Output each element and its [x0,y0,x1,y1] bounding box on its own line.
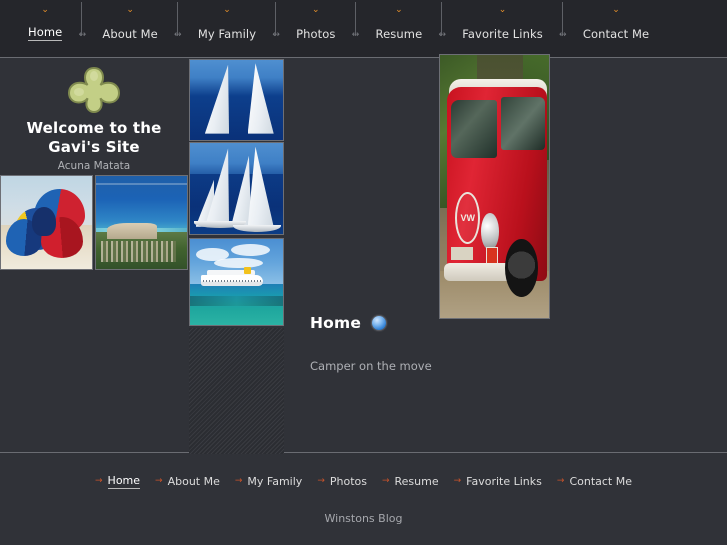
nav-item-my-family[interactable]: ⌄ My Family [188,0,266,57]
nav-separator: ↔ [346,0,366,57]
footer-navigation-list: → Home → About Me → My Family → Photos → Resume → F… [0,474,727,489]
vw-emblem-text: VW [460,213,476,224]
chevron-down-icon: ⌄ [223,5,231,15]
arrow-right-small-icon: → [155,476,163,486]
nav-item-contact-me[interactable]: ⌄ Contact Me [573,0,659,57]
arrow-right-small-icon: → [317,476,325,486]
footer-nav-item-label: Contact Me [569,475,632,488]
footer-nav-item-label: About Me [167,475,220,488]
cloud-shape [214,257,263,269]
page-root: ⌄ Home ↔ ⌄ About Me ↔ ⌄ My Family ↔ ⌄ Photos ↔ ⌄ Resu… [0,0,727,545]
chevron-down-icon: ⌄ [126,5,134,15]
footer-nav-item-my-family[interactable]: → My Family [235,475,302,488]
chevron-down-icon: ⌄ [498,5,507,15]
coast-cliff [106,222,157,240]
main-body-text: Camper on the move [310,359,432,373]
sidebar-thumbnail-row [0,175,188,270]
coast-town [101,241,177,262]
nav-item-label: My Family [197,27,257,41]
top-navigation-list: ⌄ Home ↔ ⌄ About Me ↔ ⌄ My Family ↔ ⌄ Photos ↔ ⌄ Resu… [18,0,659,57]
top-navigation-bar: ⌄ Home ↔ ⌄ About Me ↔ ⌄ My Family ↔ ⌄ Photos ↔ ⌄ Resu… [0,0,727,58]
footer-nav-item-label: Resume [394,475,439,488]
main-heading-row: Home [310,314,710,332]
arrow-right-small-icon: → [95,476,103,486]
footer-nav-item-label: My Family [247,475,303,488]
ship-funnel [243,267,252,275]
nav-separator: ↔ [72,0,92,57]
page-title: Home [310,314,362,332]
blue-bullet-icon[interactable] [372,316,387,330]
horizontal-resize-arrow-icon: ↔ [351,30,360,40]
arrow-right-small-icon: → [381,476,390,486]
site-title-line-1: Welcome to the [26,119,162,137]
footer-nav-item-favorite-links[interactable]: → Favorite Links [454,475,542,488]
beach-umbrellas-photo[interactable] [0,175,93,270]
arrow-right-small-icon: → [556,476,565,486]
site-brand: Welcome to the Gavi's Site Acuna Matata [0,59,188,173]
horizontal-resize-arrow-icon: ↔ [174,30,182,40]
nav-item-label: Home [28,25,63,41]
chevron-down-icon: ⌄ [395,5,403,15]
trefoil-clover-icon [67,66,121,114]
content-frame: Welcome to the Gavi's Site Acuna Matata [0,54,727,454]
nav-item-label: Contact Me [582,27,650,41]
chevron-down-icon: ⌄ [612,5,620,15]
van-licence-plate [450,247,473,261]
nav-separator: ↔ [432,0,452,57]
main-article: Home Camper on the move [310,314,710,374]
nav-item-label: Favorite Links [462,27,543,41]
red-camper-van-photo[interactable]: VW [439,54,550,319]
cruise-ship-photo[interactable] [189,238,284,326]
nav-item-about-me[interactable]: ⌄ About Me [92,0,167,57]
cruise-reef [190,295,283,307]
van-wheel [505,239,539,297]
footer-nav-item-resume[interactable]: → Resume [382,475,439,488]
footer-nav-item-about-me[interactable]: → About Me [155,475,220,488]
sailboat-photo-top[interactable] [189,59,284,141]
footer: → Home → About Me → My Family → Photos → Resume → F… [0,454,727,545]
footer-nav-item-photos[interactable]: → Photos [317,475,367,488]
van-headlight [481,212,499,250]
horizontal-resize-arrow-icon: ↔ [559,30,567,40]
van-windshield [450,99,497,158]
main-panel: VW Home Camper on the move [285,54,727,453]
vw-emblem-icon: VW [455,191,481,245]
horizontal-resize-arrow-icon: ↔ [438,30,447,40]
horizontal-resize-arrow-icon: ↔ [78,30,87,40]
site-tagline: Acuna Matata [57,160,131,172]
arrow-right-small-icon: → [234,476,243,486]
footer-note: Winstons Blog [324,512,403,525]
chevron-down-icon: ⌄ [312,5,320,15]
chevron-down-icon: ⌄ [41,5,49,15]
site-title: Welcome to the Gavi's Site [0,119,188,157]
horizontal-resize-arrow-icon: ↔ [272,30,280,40]
sailboat-photo-bottom[interactable] [189,142,284,235]
sidebar: Welcome to the Gavi's Site Acuna Matata [0,59,188,453]
site-title-line-2: Gavi's Site [48,138,140,156]
nav-item-label: Photos [296,27,336,41]
footer-nav-item-contact-me[interactable]: → Contact Me [557,475,632,488]
diagonal-stripe-texture [189,328,284,454]
umbrella-shape [31,206,56,237]
nav-item-label: About Me [102,27,158,41]
nav-separator: ↔ [168,0,188,57]
nav-separator: ↔ [553,0,573,57]
nav-separator: ↔ [266,0,286,57]
coastal-aerial-photo[interactable] [95,175,188,270]
image-column [189,59,284,454]
van-side-window [501,97,545,150]
nav-item-photos[interactable]: ⌄ Photos [286,0,345,57]
footer-nav-item-label: Home [107,474,141,489]
footer-nav-item-label: Photos [329,475,367,488]
nav-item-favorite-links[interactable]: ⌄ Favorite Links [452,0,553,57]
nav-item-resume[interactable]: ⌄ Resume [366,0,433,57]
arrow-right-small-icon: → [453,476,462,486]
ship-windows [203,280,261,283]
coast-horizon [96,183,187,186]
footer-nav-item-home[interactable]: → Home [95,474,141,489]
nav-item-label: Resume [375,27,423,41]
footer-nav-item-label: Favorite Links [466,475,542,488]
nav-item-home[interactable]: ⌄ Home [18,0,72,57]
